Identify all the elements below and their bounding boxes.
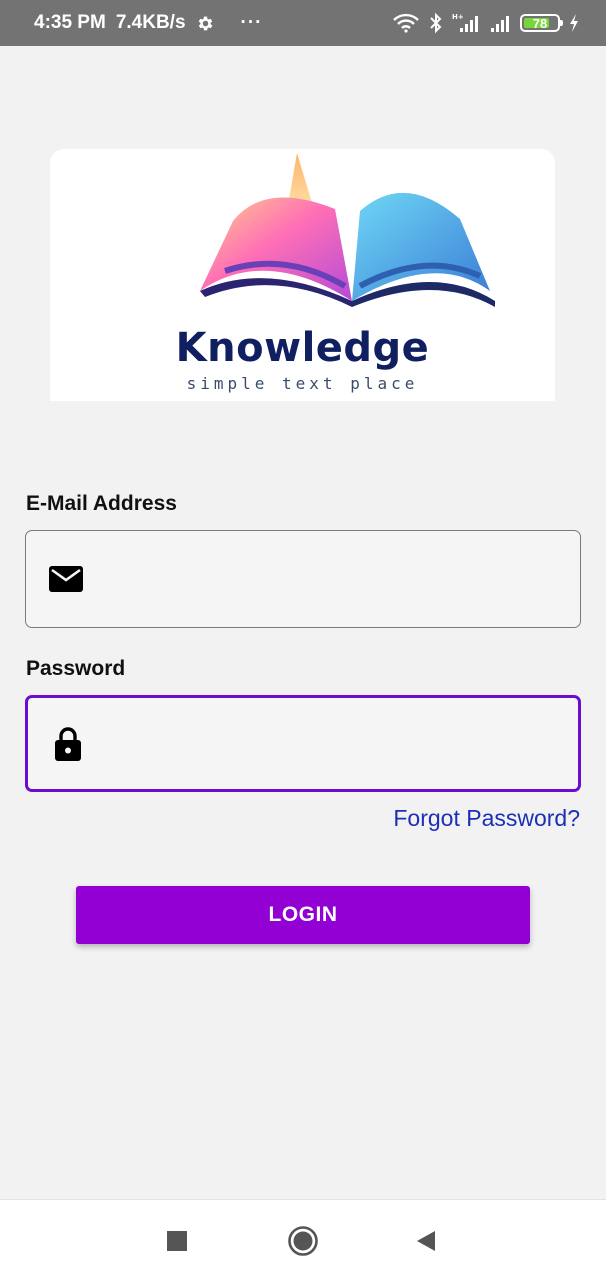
back-button[interactable] [410, 1225, 442, 1257]
email-input[interactable] [102, 531, 564, 627]
battery-icon: 78 [520, 14, 563, 32]
bluetooth-icon [430, 12, 442, 34]
wifi-icon [393, 13, 419, 33]
brand-subtitle: simple text place [186, 374, 419, 393]
forgot-password-link[interactable]: Forgot Password? [393, 805, 580, 832]
status-time: 4:35 PM [34, 12, 106, 33]
logo: Knowledge simple text place [50, 149, 555, 401]
back-icon [417, 1231, 435, 1251]
book-logo-icon [200, 153, 495, 307]
email-field[interactable] [25, 530, 581, 628]
login-button[interactable]: LOGIN [76, 886, 530, 944]
battery-level: 78 [532, 15, 548, 31]
recent-apps-button[interactable] [161, 1225, 193, 1257]
status-right: H+ 78 [392, 12, 580, 34]
brand-title: Knowledge [175, 325, 430, 371]
password-input[interactable] [104, 698, 562, 789]
recent-apps-icon [167, 1231, 187, 1251]
email-label: E-Mail Address [26, 492, 177, 515]
svg-text:H+: H+ [452, 13, 464, 21]
signal-icon [491, 16, 509, 32]
network-speed: 7.4KB/s [115, 12, 186, 33]
gear-icon [198, 16, 212, 30]
charging-icon [570, 14, 578, 32]
password-label: Password [26, 657, 126, 680]
more-indicator: ··· [240, 12, 263, 33]
home-button[interactable] [287, 1225, 319, 1257]
navigation-bar [0, 1199, 606, 1280]
lock-icon [50, 726, 86, 762]
login-screen: 4:35 PM 7.4KB/s ··· H+ 78 Knowledge simp… [0, 0, 606, 1280]
status-left: 4:35 PM 7.4KB/s ··· [34, 12, 263, 34]
password-field[interactable] [25, 695, 581, 792]
signal-icon: H+ [452, 13, 478, 32]
status-bar: 4:35 PM 7.4KB/s ··· H+ 78 [0, 0, 606, 46]
mail-icon [48, 561, 84, 597]
home-icon [288, 1226, 318, 1256]
